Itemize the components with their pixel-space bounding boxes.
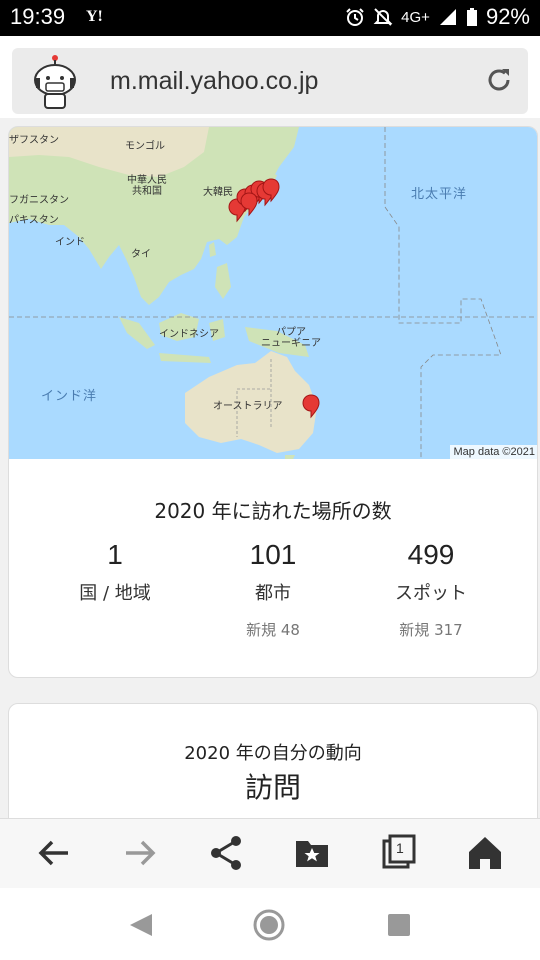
status-bar: 19:39 Y! 4G+ 92% [0,0,540,36]
stat-label: 都市 [255,583,291,604]
stat-new: 新規 48 [246,621,300,639]
movement-heading: 訪問 [244,771,301,804]
network-type: 4G+ [401,8,430,26]
browser-toolbar: 1 [0,818,540,888]
nav-home-icon[interactable] [252,908,286,942]
yahoo-mascot-avatar-icon[interactable] [28,54,82,110]
map-attribution[interactable]: Map data ©2021 [449,445,537,459]
bookmark-folder-icon[interactable] [292,833,332,873]
map-label: パプア ニューギニア [261,327,321,349]
map-label: インド [55,237,85,248]
stat-new: 新規 317 [399,621,463,639]
stat-value: 499 [407,539,455,570]
share-icon[interactable] [206,833,246,873]
battery-level: 92% [485,4,530,29]
movement-card: 2020 年の自分の動向 訪問 [8,703,538,818]
alarm-icon [346,8,364,26]
stat-value: 1 [107,539,123,570]
back-arrow-icon[interactable] [34,833,74,873]
map-label: 北太平洋 [411,187,468,202]
tab-count: 1 [396,840,404,856]
battery-icon [466,8,477,26]
status-time: 19:39 [10,4,66,29]
tabs-button[interactable]: 1 [380,833,420,873]
map-label: 中華人民 共和国 [127,175,167,197]
home-icon[interactable] [465,833,505,873]
map-label: ザフスタン [9,135,59,146]
stat-value: 101 [249,539,297,570]
stat-countries: 1 国 / 地域 [27,539,203,619]
forward-arrow-icon[interactable] [120,833,160,873]
yahoo-notification-icon: Y! [86,8,103,25]
page-content: ザフスタン モンゴル 中華人民 共和国 大韓民 フガニスタン パキスタン インド… [0,118,540,818]
places-summary-card: ザフスタン モンゴル 中華人民 共和国 大韓民 フガニスタン パキスタン インド… [8,126,538,678]
visits-map[interactable]: ザフスタン モンゴル 中華人民 共和国 大韓民 フガニスタン パキスタン インド… [9,127,537,459]
map-label: モンゴル [125,141,165,152]
nav-back-icon[interactable] [124,908,158,942]
map-label: インドネシア [159,329,219,340]
map-label: タイ [131,249,151,260]
stat-cities: 101 都市 新規 48 [185,539,361,640]
signal-icon [439,9,456,25]
stat-label: 国 / 地域 [79,583,151,604]
movement-subtitle: 2020 年の自分の動向 [184,743,362,764]
mute-bell-icon [373,8,393,26]
nav-recents-icon[interactable] [382,908,416,942]
map-label: パキスタン [9,215,59,226]
stat-label: スポット [395,583,467,604]
browser-url-bar: m.mail.yahoo.co.jp [0,36,540,118]
status-right: 4G+ 92% [345,4,530,30]
address-box[interactable]: m.mail.yahoo.co.jp [12,48,528,114]
url-text[interactable]: m.mail.yahoo.co.jp [110,67,318,96]
places-count-title: 2020 年に訪れた場所の数 [154,499,392,523]
stat-spots: 499 スポット 新規 317 [343,539,519,640]
map-label: フガニスタン [9,195,69,206]
reload-icon[interactable] [484,65,514,95]
map-label: 大韓民 [203,187,233,198]
map-label: オーストラリア [213,401,283,412]
system-nav-bar [0,888,540,960]
map-label: インド洋 [41,389,98,404]
